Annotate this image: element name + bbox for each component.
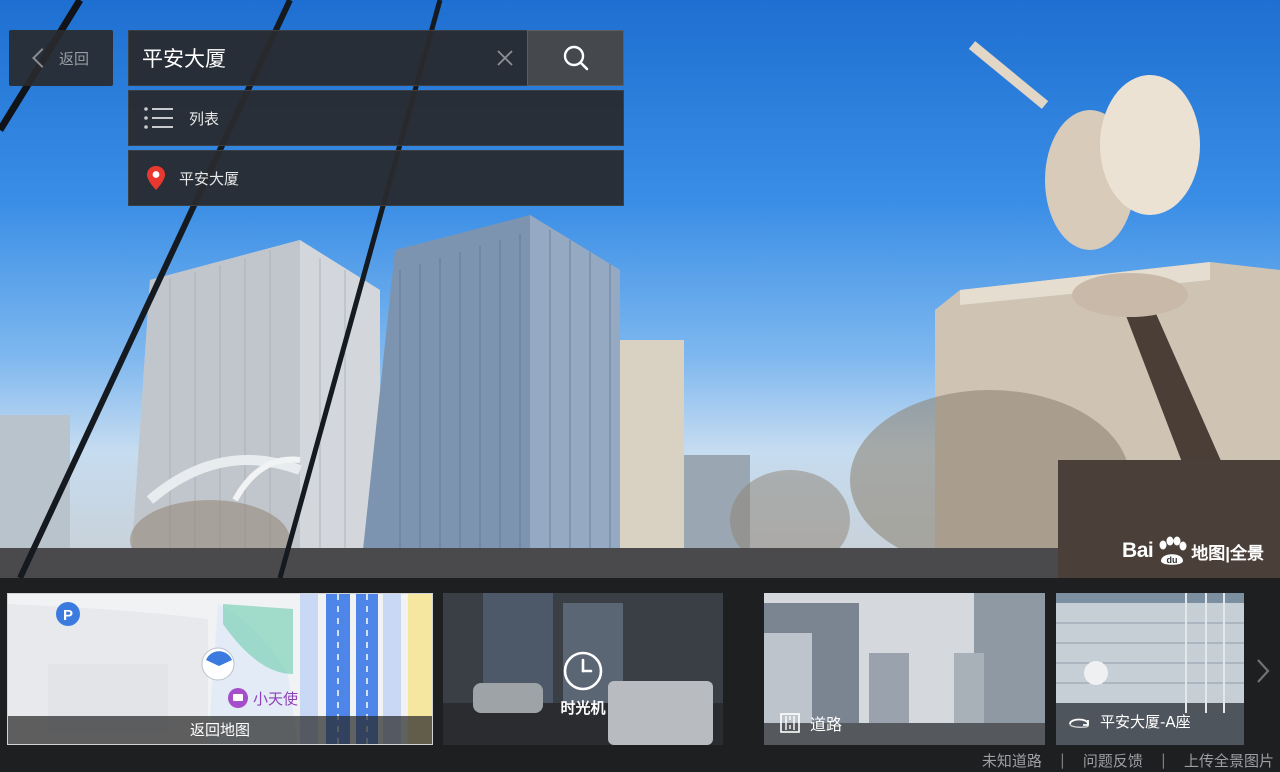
thumbnail-strip: P 小天使 返回地图 时光机 道路 平安大厦-A座 (0, 578, 1280, 748)
result-item-pingan-building[interactable]: 平安大厦 (128, 150, 624, 206)
building-label-text: 平安大厦-A座 (1100, 713, 1191, 731)
return-to-map-label: 返回地图 (8, 716, 432, 744)
chevron-left-icon (32, 48, 52, 68)
clear-search-button[interactable] (483, 30, 527, 86)
upload-panorama-link[interactable]: 上传全景图片 (1184, 750, 1274, 771)
list-label: 列表 (189, 109, 220, 128)
unknown-road-link[interactable]: 未知道路 (982, 750, 1042, 771)
road-thumbnail[interactable]: 道路 (764, 593, 1045, 745)
close-icon (497, 50, 513, 66)
footer-links: 未知道路 | 问题反馈 | 上传全景图片 (0, 748, 1280, 772)
logo-suffix-text: 地图|全景 (1191, 543, 1264, 563)
time-machine-thumbnail[interactable]: 时光机 (443, 593, 723, 745)
footer-separator: | (1059, 751, 1065, 769)
svg-text:du: du (1167, 555, 1178, 565)
building-label: 平安大厦-A座 (1066, 711, 1191, 732)
logo-bai-text: Bai (1122, 539, 1154, 562)
back-button-label: 返回 (59, 49, 90, 68)
rotate-icon (1069, 718, 1089, 728)
search-input[interactable] (129, 31, 483, 85)
return-to-map-thumbnail[interactable]: P 小天使 返回地图 (7, 593, 433, 745)
search-button[interactable] (527, 30, 624, 86)
chevron-right-icon[interactable] (1252, 656, 1274, 686)
paw-icon: du (1159, 536, 1187, 565)
list-view-button[interactable]: 列表 (128, 90, 624, 146)
road-label: 道路 (780, 711, 842, 735)
back-button[interactable]: 返回 (9, 30, 113, 86)
feedback-link[interactable]: 问题反馈 (1083, 750, 1143, 771)
building-a-thumbnail[interactable]: 平安大厦-A座 (1056, 593, 1244, 745)
clock-icon (563, 651, 603, 691)
road-icon (780, 713, 800, 733)
result-place-name: 平安大厦 (179, 169, 240, 188)
baidu-map-logo: Bai du 地图|全景 (1122, 536, 1264, 566)
street-view-panorama[interactable] (0, 0, 1280, 578)
search-box (128, 30, 528, 86)
footer-separator: | (1160, 751, 1166, 769)
list-icon (144, 107, 173, 129)
location-pin-icon (147, 166, 165, 190)
search-icon (563, 45, 588, 71)
panorama-scene (0, 0, 1280, 578)
svg-text:小天使: 小天使 (253, 690, 298, 708)
time-machine-label: 时光机 (560, 699, 606, 717)
road-label-text: 道路 (810, 715, 843, 734)
svg-text:P: P (63, 607, 73, 624)
